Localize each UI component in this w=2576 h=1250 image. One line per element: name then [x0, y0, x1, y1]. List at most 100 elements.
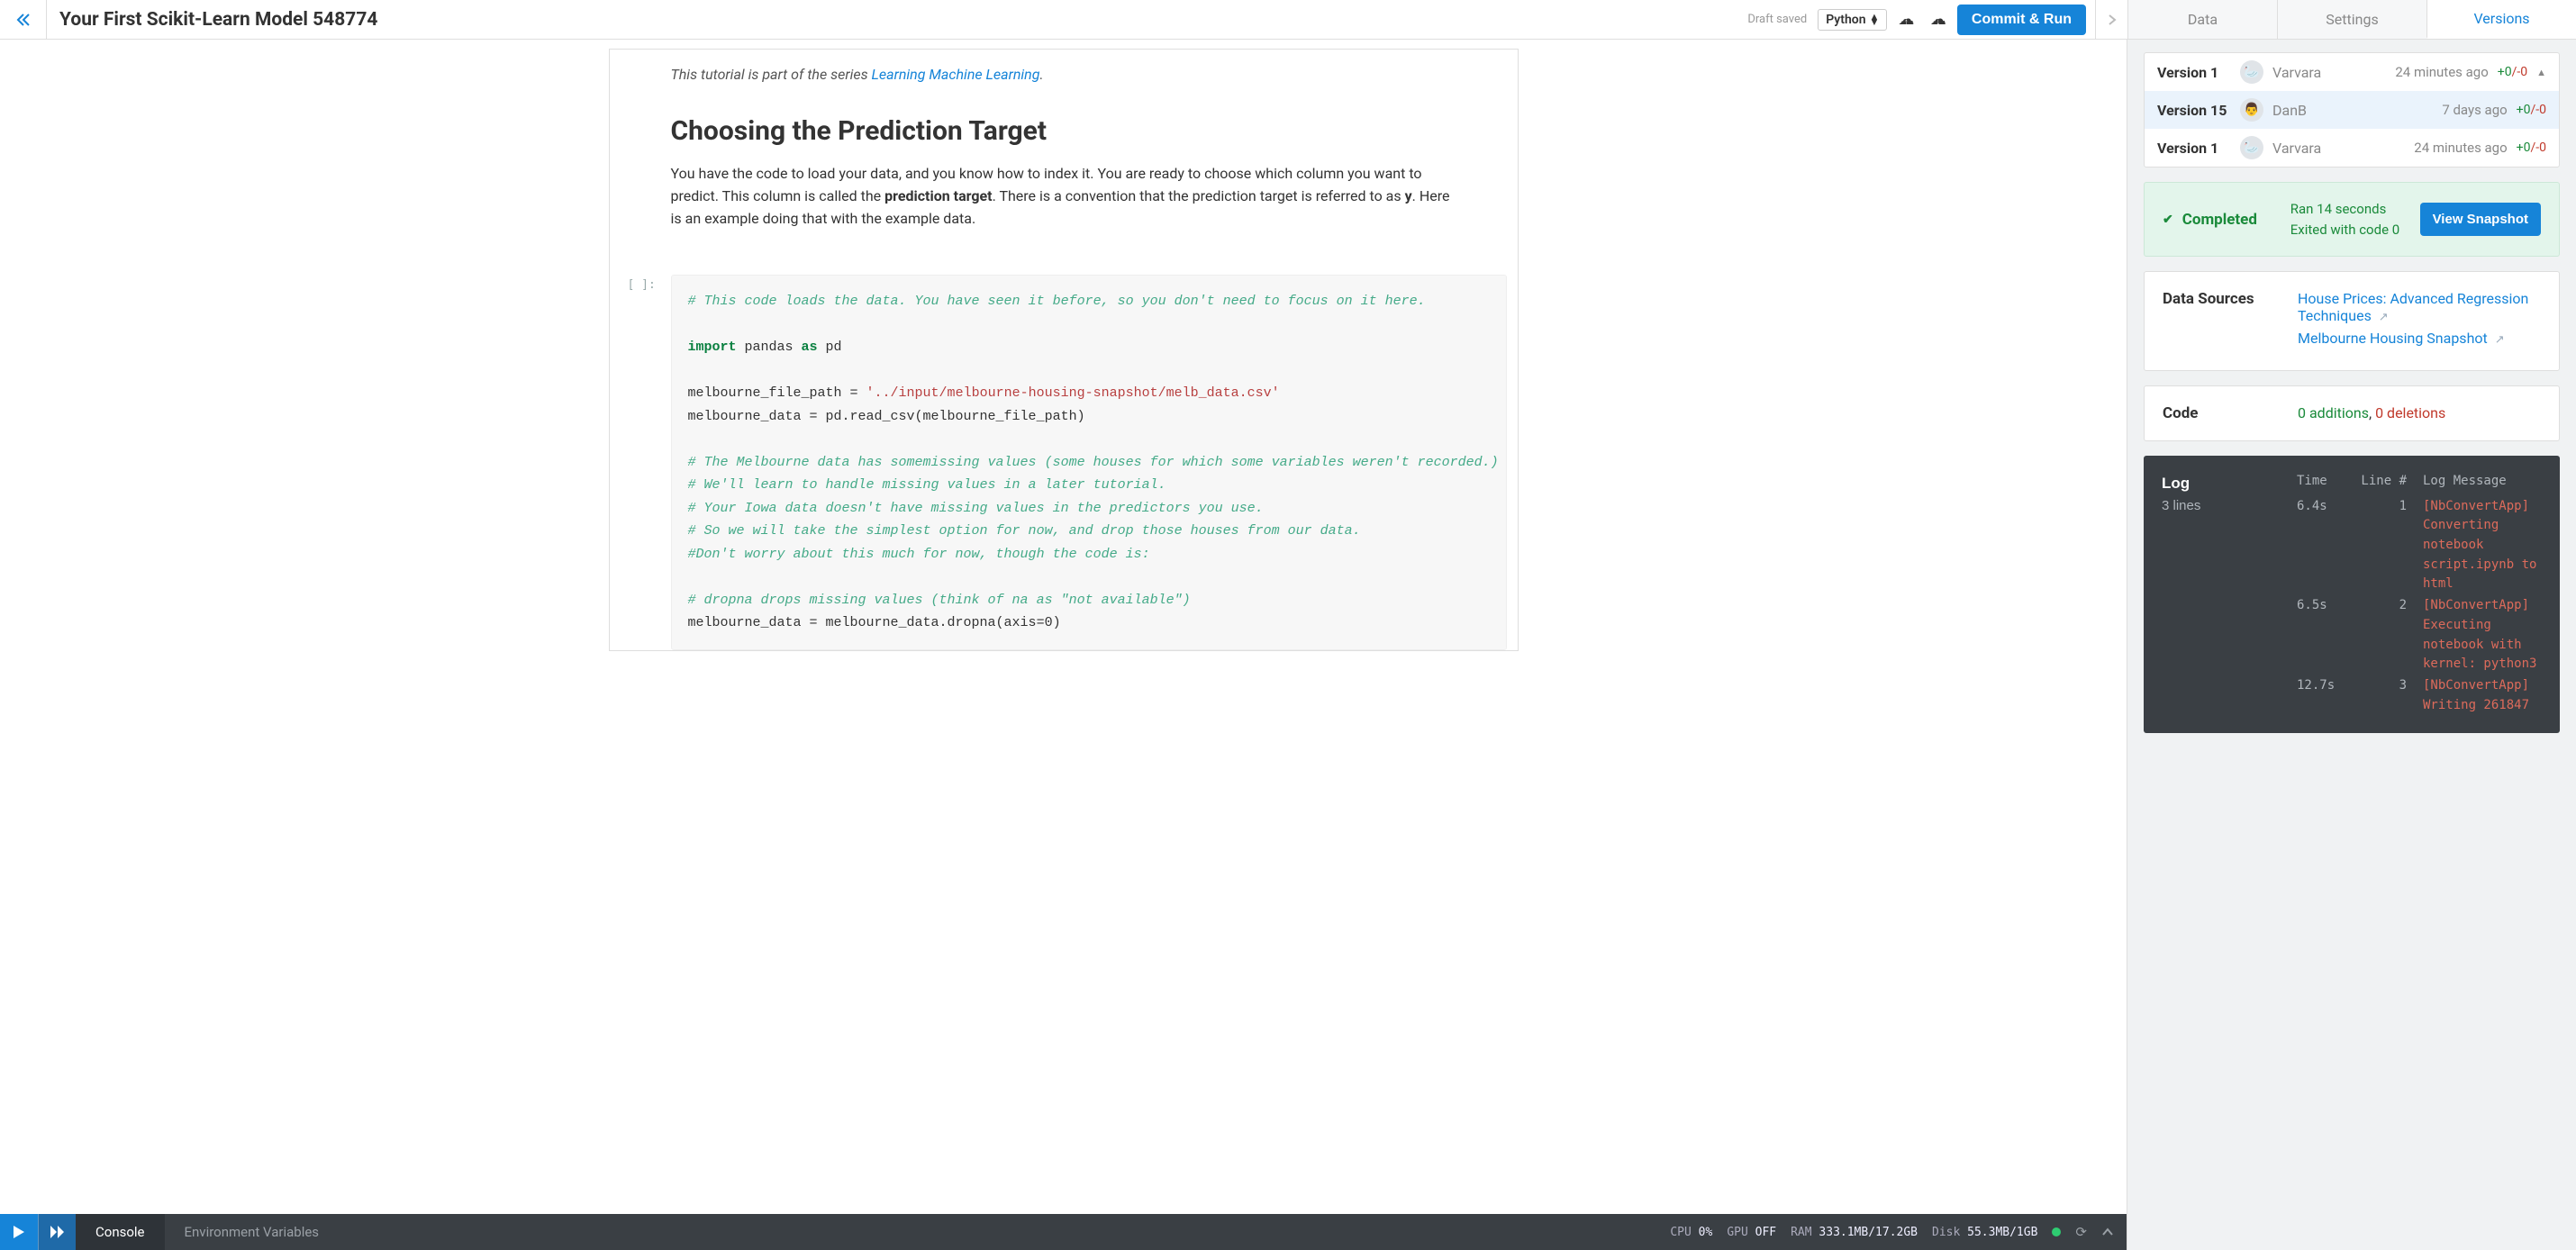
version-time: 7 days ago — [2442, 102, 2507, 118]
status-label: Completed — [2182, 211, 2290, 229]
version-row[interactable]: Version 15👨 DanB7 days ago +0/-0 — [2145, 91, 2559, 129]
console-tab[interactable]: Console — [76, 1214, 165, 1250]
tab-settings[interactable]: Settings — [2277, 0, 2426, 39]
log-time: 12.7s — [2297, 676, 2356, 715]
version-diff: +0/-0 — [2517, 140, 2546, 155]
version-row[interactable]: Version 1🦢Varvara24 minutes ago+0/-0▲ — [2145, 53, 2559, 91]
gpu-label: GPU — [1727, 1226, 1747, 1239]
code-line: melbourne_data = melbourne_data.dropna(a… — [688, 615, 1061, 630]
code-editor[interactable]: # This code loads the data. You have see… — [671, 275, 1507, 650]
ram-label: RAM — [1791, 1226, 1811, 1239]
data-source-link[interactable]: House Prices: Advanced Regression Techni… — [2298, 290, 2541, 324]
refresh-icon[interactable]: ⟳ — [2075, 1224, 2087, 1240]
code-line: pd — [818, 340, 842, 355]
log-line-number: 3 — [2356, 676, 2407, 715]
additions: 0 additions — [2298, 404, 2369, 421]
code-diff-panel: Code 0 additions, 0 deletions — [2144, 385, 2560, 441]
cpu-value: 0% — [1699, 1226, 1713, 1239]
cpu-label: CPU — [1670, 1226, 1691, 1239]
code-line: # We'll learn to handle missing values i… — [688, 477, 1183, 493]
expand-console-icon[interactable] — [2101, 1224, 2114, 1240]
sort-icon: ▲▼ — [1870, 14, 1880, 25]
avatar: 🦢 — [2240, 136, 2263, 159]
gpu-value: OFF — [1755, 1226, 1776, 1239]
code-line: # This code loads the data. You have see… — [688, 294, 1426, 309]
data-sources-title: Data Sources — [2163, 290, 2298, 352]
code-line: melbourne_data = pd.read_csv(melbourne_f… — [688, 409, 1085, 424]
version-diff: +0/-0 — [2498, 65, 2527, 79]
code-line: #Don't worry about this much for now, th… — [688, 547, 1150, 562]
version-time: 24 minutes ago — [2395, 64, 2488, 80]
version-diff: +0/-0 — [2517, 103, 2546, 117]
notebook-scroll[interactable]: This tutorial is part of the series Lear… — [0, 40, 2127, 1214]
log-subtitle: 3 lines — [2162, 495, 2297, 516]
code-cell[interactable]: [ ]: # This code loads the data. You hav… — [610, 257, 1518, 650]
avatar: 👨 — [2240, 98, 2263, 122]
status-line2: Exited with code 0 — [2290, 222, 2399, 238]
disk-value: 55.3MB/1GB — [1967, 1226, 2037, 1239]
version-user: Varvara — [2272, 64, 2395, 81]
log-title: Log — [2162, 472, 2297, 495]
external-link-icon: ↗ — [2495, 333, 2505, 347]
nav-right-icon[interactable] — [2095, 0, 2127, 39]
section-body: You have the code to load your data, and… — [671, 163, 1456, 230]
log-row: 12.7s3 [NbConvertApp] Writing 261847 — [2297, 676, 2542, 715]
status-details: Ran 14 seconds Exited with code 0 — [2290, 199, 2420, 240]
top-toolbar: Your First Scikit-Learn Model 548774 Dra… — [0, 0, 2576, 40]
log-message: [NbConvertApp] Writing 261847 — [2423, 676, 2542, 715]
disk-label: Disk — [1932, 1226, 1960, 1239]
code-diff-summary: 0 additions, 0 deletions — [2298, 404, 2541, 422]
language-select[interactable]: Python ▲▼ — [1818, 9, 1887, 31]
log-head-msg: Log Message — [2423, 472, 2507, 492]
external-link-icon: ↗ — [2379, 311, 2389, 324]
right-panel-tabs: Data Settings Versions — [2127, 0, 2576, 39]
version-list: Version 1🦢Varvara24 minutes ago+0/-0▲Ver… — [2144, 52, 2560, 168]
log-message: [NbConvertApp] Converting notebook scrip… — [2423, 497, 2542, 594]
kernel-status-icon — [2052, 1227, 2061, 1236]
code-line: # dropna drops missing values (think of … — [688, 593, 1191, 608]
language-label: Python — [1826, 13, 1865, 27]
series-suffix: . — [1039, 66, 1043, 83]
check-icon: ✔ — [2163, 213, 2173, 227]
version-name: Version 1 — [2157, 140, 2240, 157]
run-all-button[interactable] — [38, 1214, 76, 1250]
env-vars-tab[interactable]: Environment Variables — [165, 1214, 340, 1250]
code-diff-title: Code — [2163, 404, 2298, 422]
status-line1: Ran 14 seconds — [2290, 201, 2387, 217]
log-line-number: 2 — [2356, 596, 2407, 675]
log-entries: 6.4s1[NbConvertApp] Converting notebook … — [2297, 497, 2542, 716]
version-row[interactable]: Version 1🦢Varvara24 minutes ago+0/-0 — [2145, 129, 2559, 167]
version-user: Varvara — [2272, 140, 2414, 157]
notebook-pane: This tutorial is part of the series Lear… — [0, 40, 2127, 1250]
collapse-icon[interactable]: ▲ — [2536, 67, 2546, 78]
log-head-line: Line # — [2356, 472, 2407, 492]
notebook-title[interactable]: Your First Scikit-Learn Model 548774 — [47, 9, 377, 31]
commit-run-button[interactable]: Commit & Run — [1957, 5, 2086, 35]
ram-value: 333.1MB/17.2GB — [1819, 1226, 1918, 1239]
code-line: # So we will take the simplest option fo… — [688, 523, 1369, 539]
data-sources-panel: Data Sources House Prices: Advanced Regr… — [2144, 271, 2560, 371]
log-head-time: Time — [2297, 472, 2356, 492]
log-panel: Log 3 lines Time Line # Log Message 6.4s… — [2144, 456, 2560, 733]
section-heading: Choosing the Prediction Target — [671, 115, 1456, 147]
resource-stats: CPU 0% GPU OFF RAM 333.1MB/17.2GB Disk 5… — [1670, 1224, 2127, 1240]
series-link[interactable]: Learning Machine Learning — [872, 66, 1040, 83]
code-line: as — [802, 340, 818, 355]
version-user: DanB — [2272, 102, 2442, 119]
cloud-download-icon[interactable]: ☁↓ — [1928, 10, 1948, 29]
tab-data[interactable]: Data — [2127, 0, 2277, 39]
version-name: Version 15 — [2157, 102, 2240, 119]
run-status-panel: ✔ Completed Ran 14 seconds Exited with c… — [2144, 182, 2560, 257]
cloud-upload-icon[interactable]: ☁↑ — [1896, 10, 1916, 29]
view-snapshot-button[interactable]: View Snapshot — [2420, 203, 2541, 236]
console-bar: Console Environment Variables CPU 0% GPU… — [0, 1214, 2127, 1250]
run-button[interactable] — [0, 1214, 38, 1250]
data-source-link[interactable]: Melbourne Housing Snapshot ↗ — [2298, 330, 2541, 347]
code-prompt: [ ]: — [628, 278, 656, 292]
collapse-left-icon[interactable] — [0, 0, 47, 39]
code-line: pandas — [737, 340, 802, 355]
versions-panel: Version 1🦢Varvara24 minutes ago+0/-0▲Ver… — [2127, 40, 2576, 1250]
tab-versions[interactable]: Versions — [2426, 0, 2576, 39]
log-line-number: 1 — [2356, 497, 2407, 594]
code-line: # The Melbourne data has somemissing val… — [688, 455, 1499, 470]
